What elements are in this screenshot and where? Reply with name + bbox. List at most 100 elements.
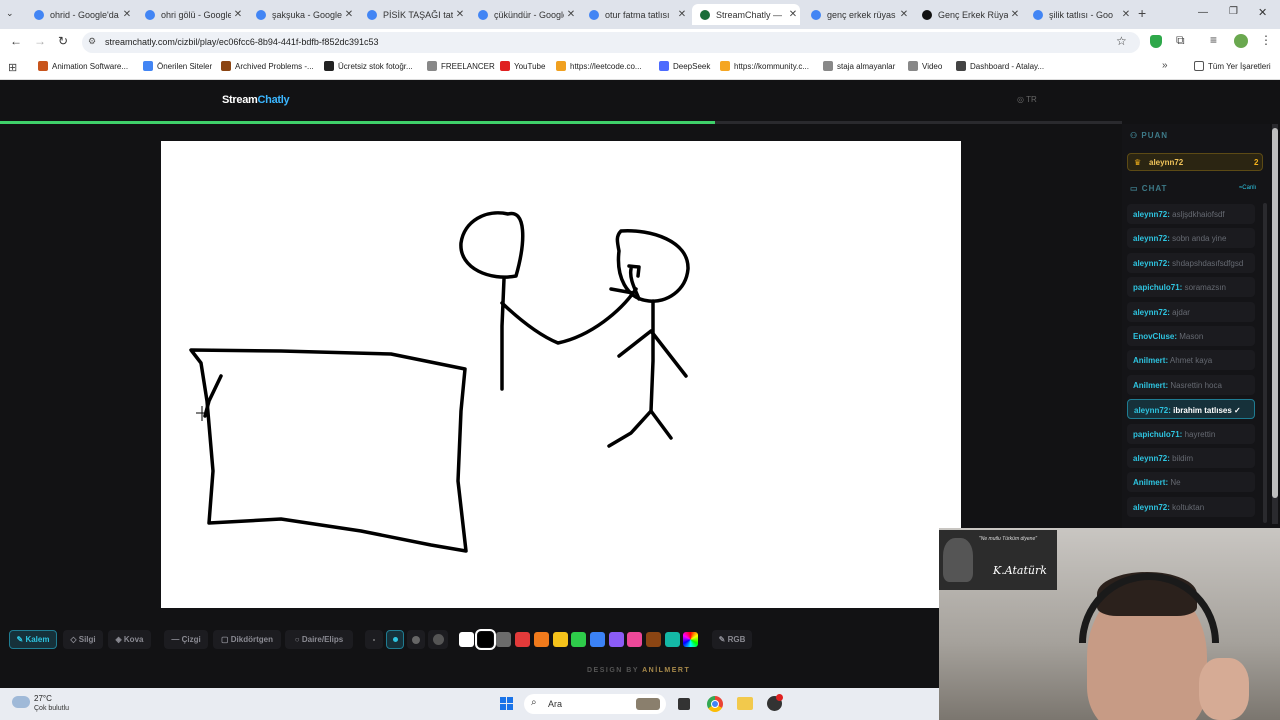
color-swatch[interactable] [496, 632, 512, 647]
bookmark-item[interactable]: https://kommunity.c... [720, 61, 809, 71]
bookmark-item[interactable]: DeepSeek [659, 61, 710, 71]
custom-color-swatch[interactable] [683, 632, 698, 647]
ellipse-tool-button[interactable]: ○ Daire/Elips [285, 630, 353, 649]
line-tool-button[interactable]: — Çizgi [164, 630, 208, 649]
bookmark-item[interactable]: Video [908, 61, 942, 71]
eraser-tool-button[interactable]: ◇ Silgi [63, 630, 103, 649]
bookmark-item[interactable]: Animation Software... [38, 61, 128, 71]
bookmark-item[interactable]: staja almayanlar [823, 61, 895, 71]
tab-close-icon[interactable]: ✕ [231, 9, 245, 20]
bookmark-item[interactable]: YouTube [500, 61, 545, 71]
rgb-picker-button[interactable]: ✎ RGB [712, 630, 752, 649]
brush-size-large[interactable] [407, 630, 425, 649]
color-swatch[interactable] [664, 632, 680, 647]
language-switch[interactable]: ◎ TR [1017, 95, 1037, 104]
forward-icon[interactable]: → [34, 34, 46, 48]
browser-tab-bar: ⌄ ohrid - Google'da ✕ ohri gölü - Google ✕ ş… [0, 0, 1280, 29]
tab-favicon-icon [700, 9, 710, 20]
extensions-icon[interactable]: ⧉ [1176, 33, 1185, 48]
brush-size-small[interactable] [365, 630, 383, 649]
bookmark-item[interactable]: FREELANCER [427, 61, 495, 71]
tab-close-icon[interactable]: ✕ [453, 9, 467, 20]
chat-text: Ne [1170, 478, 1181, 488]
page-scrollbar[interactable] [1272, 124, 1278, 524]
bookmark-item[interactable]: https://leetcode.co... [556, 61, 642, 71]
chat-username: aleynn72: [1133, 210, 1170, 219]
bookmark-item[interactable]: Archived Problems -... [221, 61, 314, 71]
new-tab-button[interactable]: + [1138, 5, 1146, 21]
bookmark-item[interactable]: Önerilen Siteler [143, 61, 212, 71]
all-bookmarks[interactable]: Tüm Yer İşaretleri [1194, 61, 1271, 71]
tab-favicon-icon [256, 9, 266, 20]
bookmark-favicon-icon [143, 61, 153, 71]
tab-close-icon[interactable]: ✕ [897, 9, 911, 20]
tab-close-icon[interactable]: ✕ [120, 9, 134, 20]
more-bookmarks-icon[interactable]: » [1162, 60, 1168, 71]
search-icon: ⌕ [531, 697, 537, 708]
shield-extension-icon[interactable] [1150, 35, 1162, 48]
color-swatch[interactable] [589, 632, 605, 647]
browser-tab[interactable]: ohri gölü - Google ✕ [137, 4, 245, 25]
browser-tab[interactable]: otur fatma tatlısı ✕ [581, 4, 689, 25]
rectangle-tool-button[interactable]: ▢ Dikdörtgen [213, 630, 281, 649]
site-info-icon[interactable]: ⚙ [88, 36, 96, 47]
color-swatch[interactable] [459, 632, 474, 647]
close-window-button[interactable]: ✕ [1258, 6, 1267, 19]
brush-size-medium[interactable] [386, 630, 404, 649]
color-swatch[interactable] [552, 632, 568, 647]
taskbar-search[interactable]: ⌕ Ara [524, 694, 666, 714]
color-swatch[interactable] [571, 632, 587, 647]
browser-tab[interactable]: şakşuka - Google ✕ [248, 4, 356, 25]
tab-close-icon[interactable]: ✕ [675, 9, 689, 20]
address-bar[interactable]: ⚙ streamchatly.com/cizbil/play/ec06fcc6-… [82, 32, 1140, 53]
browser-tab[interactable]: çükündür - Google ✕ [470, 4, 578, 25]
tab-close-icon[interactable]: ✕ [564, 9, 578, 20]
file-explorer-icon[interactable] [737, 697, 753, 710]
tab-search-icon[interactable]: ⌄ [6, 8, 14, 19]
tab-close-icon[interactable]: ✕ [342, 9, 356, 20]
browser-tab[interactable]: şilik tatlısı - Goo ✕ [1025, 4, 1133, 25]
menu-kebab-icon[interactable]: ⋮ [1260, 33, 1272, 47]
profile-avatar[interactable] [1234, 34, 1248, 48]
bookmark-favicon-icon [500, 61, 510, 71]
chat-scrollbar[interactable] [1263, 203, 1267, 523]
chat-text: Ahmet kaya [1169, 356, 1213, 366]
color-swatch[interactable] [646, 632, 661, 647]
drawing-canvas[interactable] [161, 141, 961, 608]
bookmark-star-icon[interactable]: ☆ [1116, 34, 1127, 48]
browser-tab[interactable]: PİSİK TAŞAĞI tatlı ✕ [359, 4, 467, 25]
users-icon: ⚇ [1130, 131, 1139, 140]
tab-close-icon[interactable]: ✕ [1008, 9, 1022, 20]
maximize-button[interactable]: ❐ [1229, 6, 1238, 17]
tab-close-icon[interactable]: ✕ [1119, 9, 1133, 20]
chat-username: papichulo71: [1133, 283, 1183, 293]
media-icon[interactable]: ≡ [1210, 33, 1217, 47]
color-swatch[interactable] [515, 632, 531, 647]
bookmark-item[interactable]: Dashboard - Atalay... [956, 61, 1044, 71]
windows-start-icon[interactable] [500, 697, 514, 711]
bookmark-favicon-icon [908, 61, 918, 71]
minimize-button[interactable]: — [1198, 7, 1208, 18]
brush-size-xlarge[interactable] [428, 630, 448, 649]
browser-tab[interactable]: Genç Erkek Rüyas ✕ [914, 4, 1022, 25]
bookmark-item[interactable]: Ücretsiz stok fotoğr... [324, 61, 413, 71]
color-swatch[interactable] [627, 632, 643, 647]
apps-grid-icon[interactable]: ⊞ [8, 61, 17, 74]
app-logo[interactable]: StreamChatly [222, 94, 290, 106]
chat-text: koltuktan [1172, 502, 1205, 512]
color-swatch[interactable] [608, 632, 624, 647]
tab-close-icon[interactable]: ✕ [786, 9, 800, 20]
reload-icon[interactable]: ↻ [58, 34, 68, 48]
color-swatch[interactable] [533, 632, 549, 647]
task-view-icon[interactable] [678, 698, 690, 710]
tab-favicon-icon [811, 9, 821, 20]
app-icon[interactable] [767, 694, 783, 711]
bucket-tool-button[interactable]: ◈ Kova [108, 630, 151, 649]
color-swatch[interactable] [474, 629, 496, 650]
browser-tab[interactable]: ohrid - Google'da ✕ [26, 4, 134, 25]
back-icon[interactable]: ← [10, 34, 22, 48]
pen-tool-button[interactable]: ✎ Kalem [9, 630, 57, 649]
browser-tab[interactable]: genç erkek rüyas ✕ [803, 4, 911, 25]
browser-tab[interactable]: StreamChatly — ✕ [692, 4, 800, 25]
chrome-icon[interactable] [707, 696, 723, 712]
